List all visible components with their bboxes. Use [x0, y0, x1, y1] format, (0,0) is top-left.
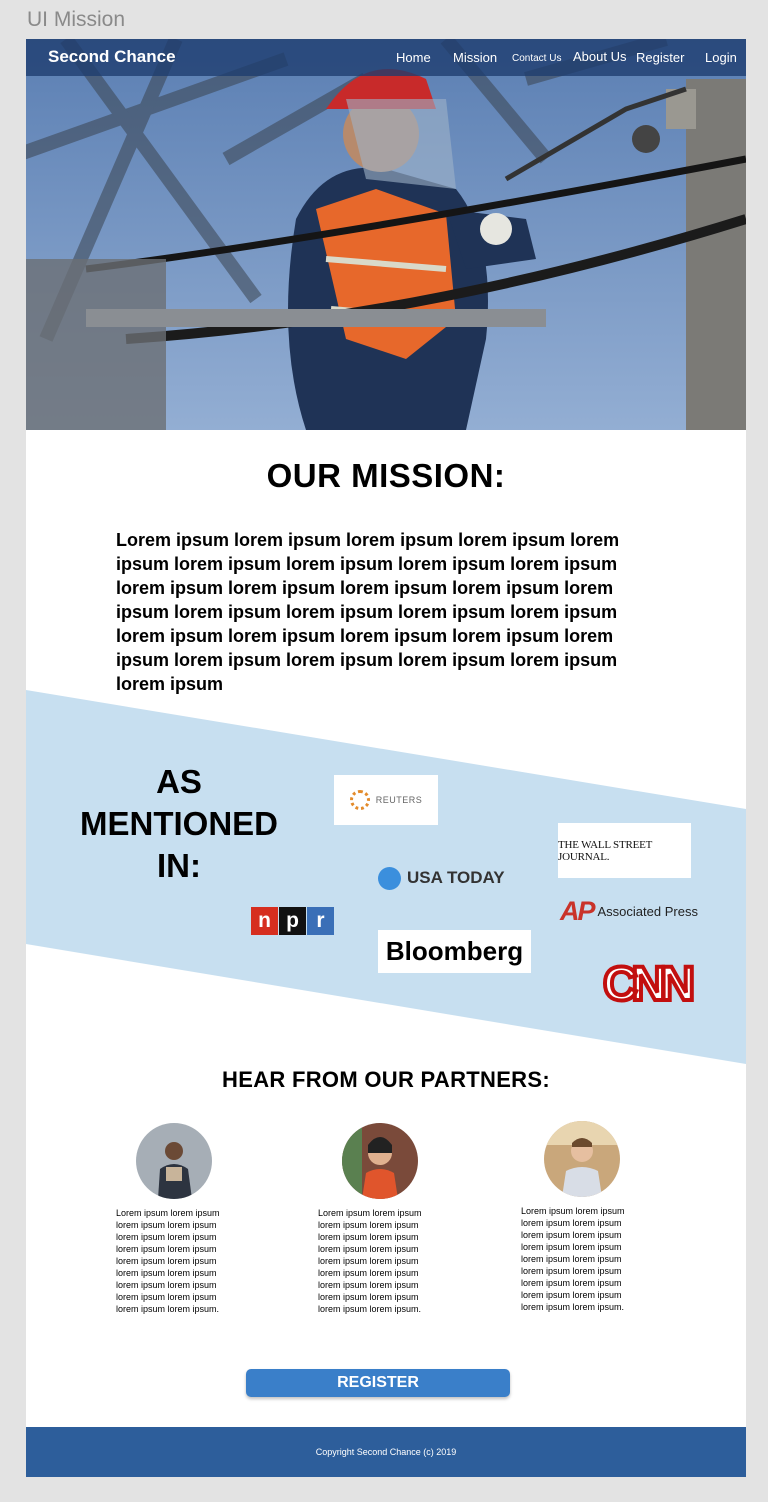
npr-letter-n: n [251, 907, 278, 935]
partner-avatar-3 [544, 1121, 620, 1197]
usatoday-logo-text: USA TODAY [407, 868, 505, 887]
npr-letter-r: r [307, 907, 334, 935]
register-button[interactable]: REGISTER [246, 1369, 510, 1397]
partner-avatar-2 [342, 1123, 418, 1199]
partner-avatar-1 [136, 1123, 212, 1199]
reuters-dot-icon [349, 790, 370, 810]
reuters-logo-text: REUTERS [375, 795, 423, 805]
partner-testimonial-1: Lorem ipsum lorem ipsum lorem ipsum lore… [116, 1208, 220, 1314]
partner-testimonial-3: Lorem ipsum lorem ipsum lorem ipsum lore… [521, 1206, 625, 1312]
page: Second Chance Home Mission Contact Us Ab… [26, 39, 746, 1477]
bloomberg-logo: Bloomberg [378, 930, 531, 973]
frame-title: UI Mission [27, 8, 126, 31]
ap-mark: AP [560, 895, 595, 926]
wsj-logo-text: THE WALL STREET JOURNAL. [558, 838, 652, 863]
wsj-logo: THE WALL STREET JOURNAL. [558, 823, 691, 878]
ap-logo-text: Associated Press [597, 903, 698, 919]
footer-copyright: Copyright Second Chance (c) 2019 [315, 1447, 457, 1457]
npr-logo: n p r [251, 907, 334, 935]
partner-testimonial-2: Lorem ipsum lorem ipsum lorem ipsum lore… [318, 1208, 422, 1314]
mentioned-title: AS MENTIONED IN: [80, 763, 278, 884]
cnn-logo-text: CNN [601, 958, 697, 1011]
ap-logo: AP Associated Press [560, 896, 720, 926]
footer: Copyright Second Chance (c) 2019 [26, 1427, 746, 1477]
partners-title: HEAR FROM OUR PARTNERS: [222, 1067, 550, 1092]
usatoday-logo: USA TODAY [378, 865, 518, 891]
reuters-logo: REUTERS [334, 775, 438, 825]
cnn-logo: CNN [597, 958, 697, 1011]
usatoday-circle-icon [378, 866, 401, 890]
npr-letter-p: p [279, 907, 306, 935]
bloomberg-logo-text: Bloomberg [385, 936, 524, 966]
